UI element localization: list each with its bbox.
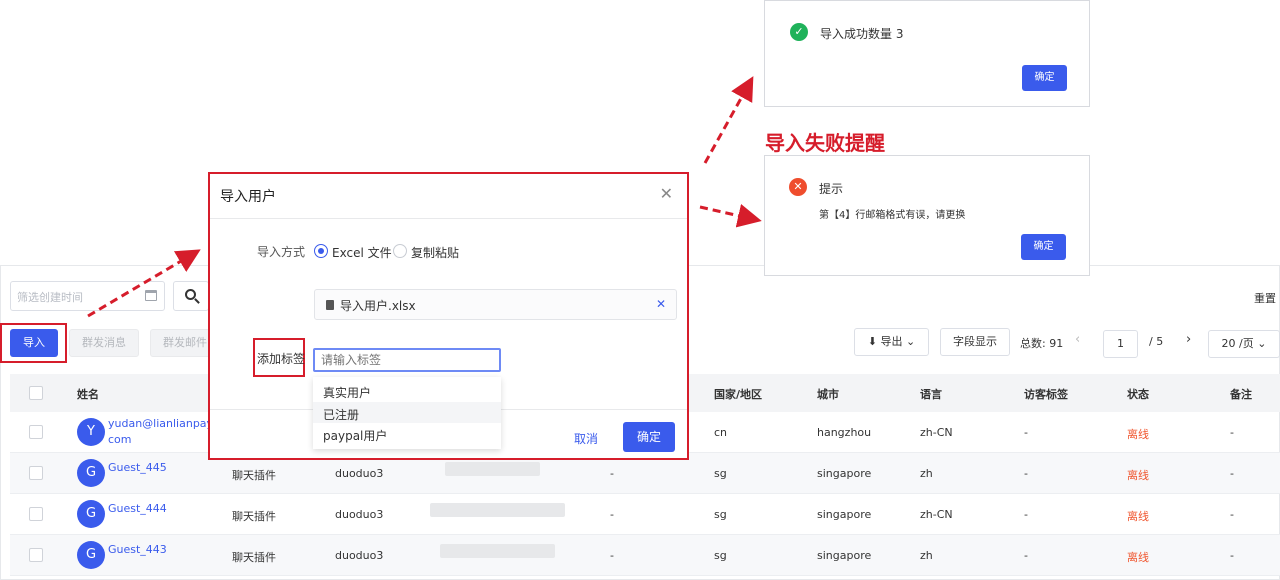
success-confirm-button[interactable]: 确定 (1022, 65, 1067, 91)
arrow-to-modal (87, 249, 201, 318)
error-title: 提示 (819, 182, 844, 196)
check-icon: ✓ (790, 23, 808, 41)
success-message: 导入成功数量 3 (820, 27, 904, 41)
success-dialog: ✓ 导入成功数量 3 确定 (764, 0, 1090, 107)
fail-caption: 导入失败提醒 (765, 131, 885, 155)
arrow-to-success (703, 76, 754, 164)
error-dialog: ✕ 提示 第【4】行邮箱格式有误，请更换 确定 (764, 155, 1090, 276)
error-confirm-button[interactable]: 确定 (1021, 234, 1066, 260)
error-icon: ✕ (789, 178, 807, 196)
error-message: 第【4】行邮箱格式有误，请更换 (819, 210, 966, 221)
arrow-to-fail (699, 203, 762, 228)
